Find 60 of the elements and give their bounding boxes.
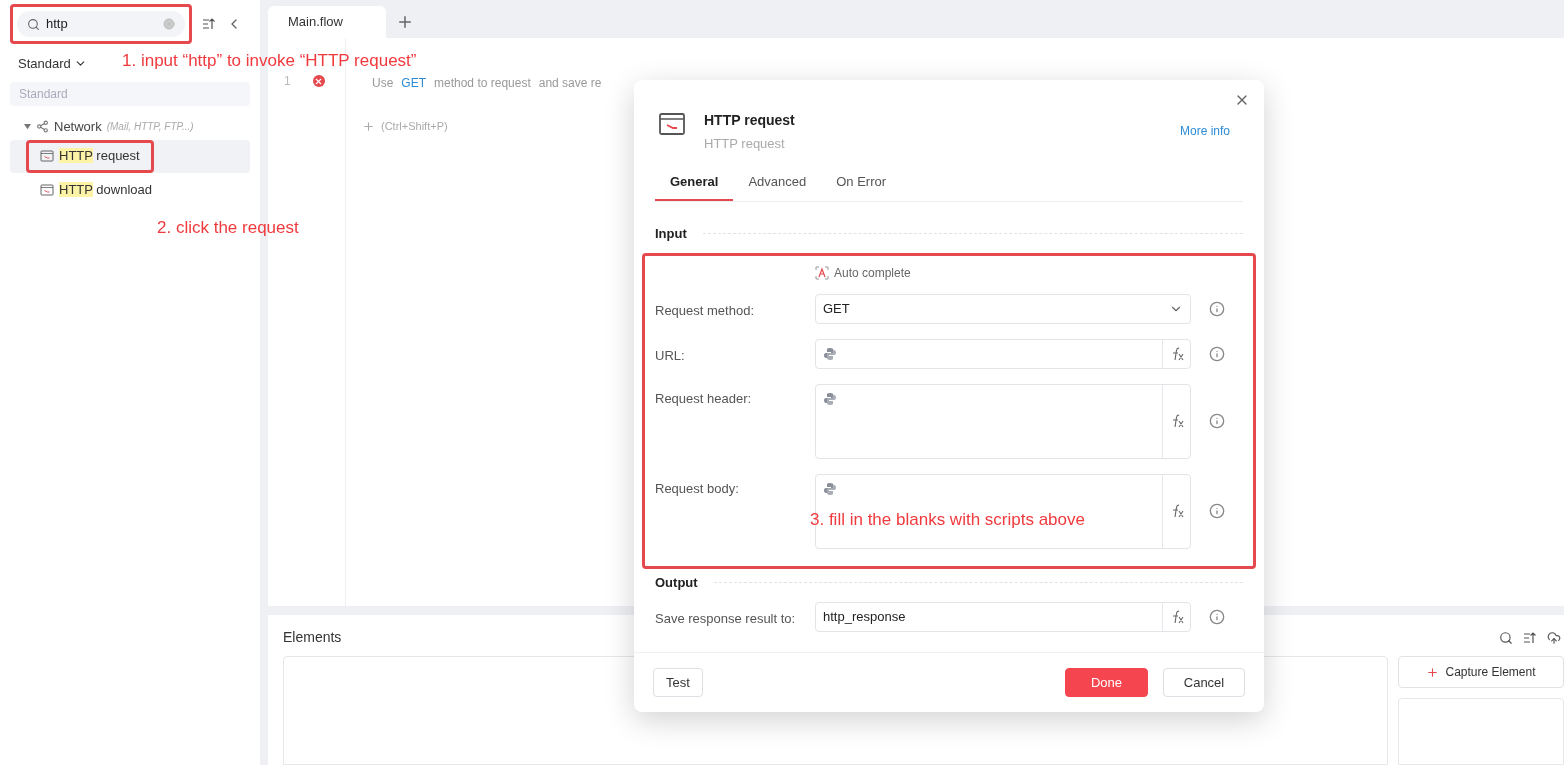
dialog-button[interactable]: Test (653, 668, 703, 697)
dialog-button[interactable]: Cancel (1163, 668, 1245, 697)
dialog-subtitle: HTTP request (704, 135, 786, 153)
search-icon[interactable] (1499, 630, 1513, 645)
annotation-text: 3. fill in the blanks with scripts above (810, 509, 1085, 531)
sort-icon[interactable] (1523, 631, 1537, 644)
dialog-button[interactable]: Done (1065, 668, 1148, 697)
dialog-title: HTTP request (704, 111, 796, 130)
category-dropdown[interactable]: Standard (18, 54, 87, 74)
http-request-icon (658, 110, 686, 138)
python-icon (823, 391, 837, 406)
info-icon[interactable] (1209, 300, 1225, 317)
panel-title: Elements (283, 628, 342, 647)
window-icon (40, 149, 54, 163)
field-label: Request method: (655, 301, 755, 320)
plus-icon (1426, 665, 1440, 679)
section-heading: Output (655, 573, 698, 592)
file-tab[interactable]: Main.flow (268, 6, 386, 38)
python-icon (823, 346, 837, 361)
python-icon (823, 481, 837, 496)
step-description: and save re (538, 75, 602, 92)
method-keyword: GET (401, 75, 426, 92)
method-select[interactable]: GET (815, 293, 1191, 324)
info-icon[interactable] (1209, 503, 1225, 519)
capture-element-button[interactable]: Capture Element (1398, 656, 1564, 688)
upload-icon[interactable] (1547, 630, 1561, 645)
more-info-link[interactable]: More info (1179, 122, 1230, 140)
search-field[interactable]: http (17, 11, 185, 37)
step-description: Use (372, 75, 394, 92)
dialog-tab[interactable]: General (655, 171, 734, 201)
annotation-text: 2. click the request (157, 217, 299, 239)
dialog-tab[interactable]: On Error (821, 171, 902, 201)
network-icon (36, 120, 49, 133)
tree-item[interactable]: HTTP download (10, 173, 250, 207)
dialog-tab[interactable]: Advanced (733, 171, 822, 201)
info-icon[interactable] (1209, 609, 1225, 625)
step-description: method to request (434, 75, 531, 92)
search-input[interactable]: http (46, 14, 157, 34)
field-label: Save response result to: (655, 610, 797, 628)
plus-icon (362, 119, 375, 133)
autocomplete-icon (815, 265, 829, 280)
add-tab-icon[interactable] (396, 13, 414, 31)
auto-complete-toggle[interactable]: Auto complete (834, 263, 911, 282)
search-icon (27, 17, 40, 31)
script-input[interactable] (815, 338, 1191, 369)
annotation-text: 1. input “http” to invoke “HTTP request” (122, 52, 417, 69)
field-label: Request header: (655, 389, 753, 408)
tree-item[interactable]: HTTP request (10, 139, 250, 173)
tree-group[interactable]: Network (Mail, HTTP, FTP...) (10, 114, 250, 139)
field-label: Request body: (655, 479, 740, 498)
script-input[interactable]: http_response (815, 602, 1191, 632)
group-hint: (Mail, HTTP, FTP...) (106, 120, 194, 134)
info-icon[interactable] (1209, 345, 1225, 362)
sort-icon[interactable] (202, 18, 216, 30)
line-number: 1 (284, 73, 291, 90)
window-icon (40, 183, 54, 197)
section-heading: Input (655, 225, 687, 243)
field-label: URL: (655, 346, 686, 365)
category-header: Standard (10, 81, 250, 106)
info-icon[interactable] (1209, 413, 1225, 429)
